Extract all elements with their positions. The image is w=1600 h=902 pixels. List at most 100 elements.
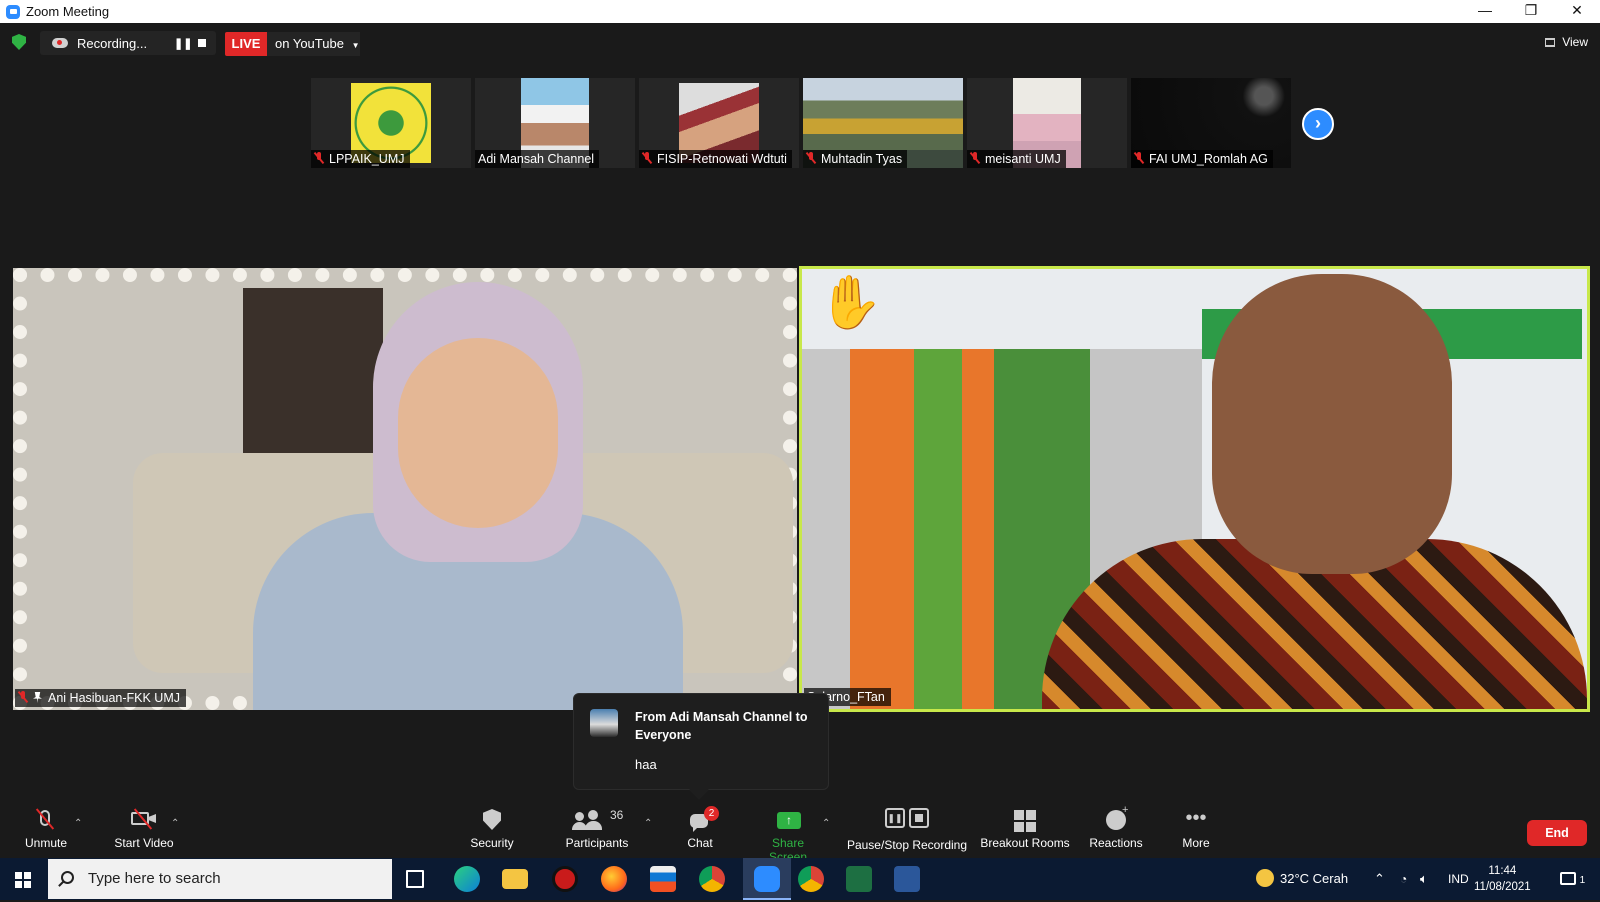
participant-face xyxy=(1212,274,1452,574)
thumbnail-tile[interactable]: Adi Mansah Channel xyxy=(475,78,635,168)
thumbnail-name: Adi Mansah Channel xyxy=(475,150,600,168)
language-indicator[interactable]: IND xyxy=(1448,858,1469,900)
tray-chevron-up-icon[interactable]: ⌃ xyxy=(1374,858,1385,900)
participants-button[interactable]: 36 Participants xyxy=(562,800,632,858)
chrome-icon[interactable] xyxy=(798,866,824,892)
chat-sender: From Adi Mansah Channel to Everyone xyxy=(635,710,808,742)
mic-muted-icon xyxy=(970,152,980,164)
mic-muted-icon xyxy=(18,691,28,703)
network-icon[interactable]: ◔ xyxy=(1400,858,1407,900)
notification-count: 1 xyxy=(1579,875,1586,886)
raised-hand-icon: ✋ xyxy=(818,274,883,332)
share-screen-icon: ↑ xyxy=(752,806,824,836)
mic-muted-icon xyxy=(18,806,74,836)
live-stream-dropdown[interactable]: on YouTube ▼ xyxy=(267,32,360,56)
share-options-caret[interactable]: ⌃ xyxy=(822,818,830,829)
notification-icon[interactable]: 1 xyxy=(1560,858,1585,900)
start-video-button[interactable]: Start Video xyxy=(106,800,182,858)
video-tile-left[interactable]: Ani Hasibuan-FKK UMJ xyxy=(13,268,797,710)
thumbnail-tile[interactable]: meisanti UMJ xyxy=(967,78,1127,168)
taskbar-search-input[interactable]: Type here to search xyxy=(48,859,392,899)
firefox-icon[interactable] xyxy=(601,866,627,892)
security-button[interactable]: Security xyxy=(462,800,522,858)
app-red-icon[interactable] xyxy=(552,866,578,892)
smiley-plus-icon: + xyxy=(1086,804,1146,836)
participants-count: 36 xyxy=(610,808,624,822)
mic-muted-icon xyxy=(806,152,816,164)
live-badge: LIVE xyxy=(225,32,267,56)
pause-recording-button[interactable]: ❚❚ xyxy=(174,37,192,50)
more-dots-icon: ••• xyxy=(1185,807,1207,829)
encryption-shield-icon[interactable] xyxy=(12,34,26,50)
search-placeholder: Type here to search xyxy=(88,870,221,887)
thumbnail-name: meisanti UMJ xyxy=(967,150,1066,168)
sender-avatar xyxy=(590,709,618,737)
thumbnail-name: FAI UMJ_Romlah AG xyxy=(1131,150,1273,168)
chrome-icon[interactable] xyxy=(699,866,725,892)
video-options-caret[interactable]: ⌃ xyxy=(171,818,179,829)
audio-options-caret[interactable]: ⌃ xyxy=(74,818,82,829)
chat-unread-badge: 2 xyxy=(704,806,719,821)
window-controls: — ❐ ✕ xyxy=(1462,0,1600,23)
cloud-recording-icon xyxy=(52,38,68,48)
stream-label: on YouTube xyxy=(275,36,344,51)
thumbnail-tile[interactable]: FAI UMJ_Romlah AG xyxy=(1131,78,1291,168)
volume-icon[interactable]: 🔈︎ xyxy=(1420,858,1428,900)
thumbnail-tile[interactable]: Muhtadin Tyas xyxy=(803,78,963,168)
more-button[interactable]: ••• More xyxy=(1170,800,1222,858)
gallery-view-icon xyxy=(1544,38,1555,48)
view-label: View xyxy=(1562,35,1588,49)
thumbnail-tile[interactable]: LPPAIK_UMJ xyxy=(311,78,471,168)
reactions-button[interactable]: + Reactions xyxy=(1086,800,1146,858)
mic-muted-icon xyxy=(642,152,652,164)
system-clock[interactable]: 11:44 11/08/2021 xyxy=(1474,863,1531,895)
zoom-active-app[interactable] xyxy=(743,858,791,900)
weather-widget[interactable]: 32°C Cerah xyxy=(1256,858,1348,900)
file-explorer-icon[interactable] xyxy=(502,869,528,889)
participants-options-caret[interactable]: ⌃ xyxy=(644,818,652,829)
chevron-down-icon: ▼ xyxy=(351,41,360,50)
window-title-bar: Zoom Meeting — ❐ ✕ xyxy=(0,0,1600,23)
breakout-rooms-button[interactable]: Breakout Rooms xyxy=(978,800,1072,858)
excel-icon[interactable] xyxy=(846,866,872,892)
close-button[interactable]: ✕ xyxy=(1554,0,1600,23)
participant-face xyxy=(398,338,558,528)
windows-taskbar: Type here to search 32°C Cerah ⌃ ◔ 🔈︎ IN… xyxy=(0,858,1600,900)
thumbnail-name: LPPAIK_UMJ xyxy=(311,150,410,168)
pin-icon xyxy=(33,692,42,703)
participants-icon: 36 xyxy=(562,806,632,836)
video-name-tag: Ani Hasibuan-FKK UMJ xyxy=(15,689,186,707)
restore-button[interactable]: ❐ xyxy=(1508,0,1554,23)
store-icon[interactable] xyxy=(650,866,676,892)
chat-bubble-icon: 2 xyxy=(680,806,720,836)
task-view-icon[interactable] xyxy=(406,870,424,888)
unmute-button[interactable]: Unmute xyxy=(18,800,74,858)
thumbnail-name: Muhtadin Tyas xyxy=(803,150,908,168)
zoom-logo-icon xyxy=(6,4,20,19)
thumbnail-name: FISIP-Retnowati Wdtuti xyxy=(639,150,792,168)
breakout-rooms-icon xyxy=(978,806,1072,836)
search-icon xyxy=(61,871,74,884)
recording-indicator: Recording... ❚❚ xyxy=(40,31,216,55)
pause-stop-recording-button[interactable]: ❚❚ Pause/Stop Recording xyxy=(846,800,968,858)
recording-label: Recording... xyxy=(77,35,148,51)
view-button[interactable]: View xyxy=(1544,35,1588,49)
share-screen-button[interactable]: ↑ Share Screen xyxy=(752,800,824,864)
chat-button[interactable]: 2 Chat xyxy=(680,800,720,858)
chat-notification-popup[interactable]: From Adi Mansah Channel to Everyone haa xyxy=(573,693,829,790)
mic-muted-icon xyxy=(1134,152,1144,164)
participant-thumbnail-strip: LPPAIK_UMJ Adi Mansah Channel FISIP-Retn… xyxy=(311,78,1291,168)
windows-start-icon[interactable] xyxy=(15,872,31,888)
thumbnail-tile[interactable]: FISIP-Retnowati Wdtuti xyxy=(639,78,799,168)
video-tile-right-active-speaker[interactable]: ✋ Sularno_FTan xyxy=(799,266,1590,712)
edge-icon[interactable] xyxy=(454,866,480,892)
word-icon[interactable] xyxy=(894,866,920,892)
next-page-arrow-icon[interactable]: › xyxy=(1302,108,1334,140)
pause-stop-icon: ❚❚ xyxy=(846,806,968,836)
zoom-app-icon xyxy=(754,866,780,892)
meeting-controls-toolbar: Unmute ⌃ Start Video ⌃ Security 36 Parti… xyxy=(0,800,1600,864)
minimize-button[interactable]: — xyxy=(1462,0,1508,23)
weather-sun-icon xyxy=(1256,869,1274,887)
stop-recording-button[interactable] xyxy=(198,39,206,47)
end-meeting-button[interactable]: End xyxy=(1527,820,1587,846)
